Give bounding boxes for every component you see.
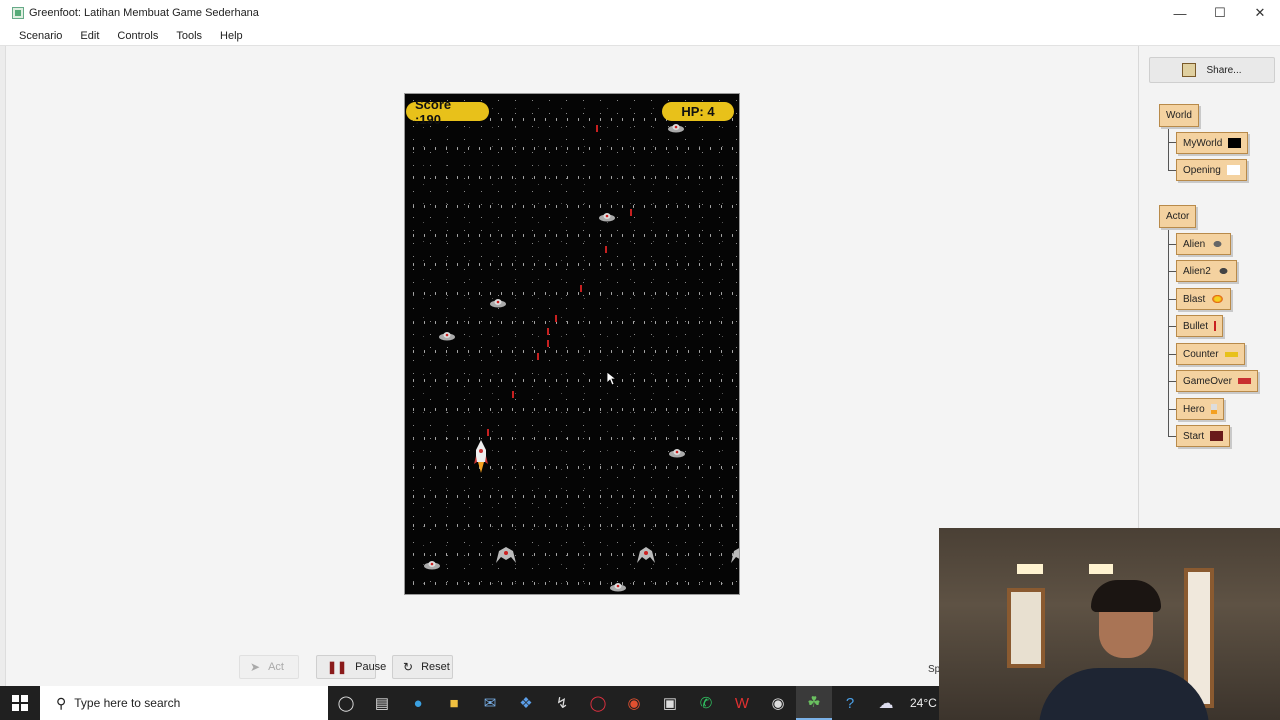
alien2-sprite xyxy=(637,547,655,563)
task-view-icon[interactable]: ▤ xyxy=(364,686,400,720)
weather-icon: ☁ xyxy=(878,695,894,712)
cortana-icon[interactable]: ◯ xyxy=(328,686,364,720)
media-icon[interactable]: ◉ xyxy=(616,686,652,720)
score-counter: Score :190 xyxy=(406,97,489,127)
menu-bar: Scenario Edit Controls Tools Help xyxy=(0,26,1280,46)
webcam-overlay xyxy=(939,528,1280,720)
bullet xyxy=(537,353,539,360)
menu-tools[interactable]: Tools xyxy=(167,30,211,42)
mouse-cursor-icon xyxy=(607,372,617,386)
blast-thumbnail-icon xyxy=(1211,294,1225,304)
taskbar-search[interactable]: ⚲ Type here to search xyxy=(40,686,328,720)
taskbar: ⚲ Type here to search ◯ ▤ ● ■ ✉ ❖ ↯ ◯ ◉ … xyxy=(0,686,939,720)
pause-button[interactable]: ❚❚ Pause xyxy=(316,655,386,679)
window-title: Greenfoot: Latihan Membuat Game Sederhan… xyxy=(29,7,259,19)
menu-help[interactable]: Help xyxy=(211,30,252,42)
class-myworld[interactable]: MyWorld xyxy=(1176,132,1249,154)
window-controls: — ☐ ✕ xyxy=(1160,0,1280,26)
alien-sprite xyxy=(424,561,440,570)
alien2-sprite xyxy=(731,548,739,563)
class-blast[interactable]: Blast xyxy=(1176,288,1232,310)
menu-scenario[interactable]: Scenario xyxy=(0,30,71,42)
myworld-thumbnail-icon xyxy=(1228,138,1242,148)
alien-sprite xyxy=(610,583,626,592)
greenfoot-app-icon xyxy=(12,7,24,19)
help-icon[interactable]: ? xyxy=(832,686,868,720)
bullet xyxy=(512,391,514,398)
lamp xyxy=(1017,564,1043,574)
reset-button[interactable]: ↻ Reset xyxy=(392,655,453,679)
bullet xyxy=(580,285,582,292)
alien2-thumbnail-icon xyxy=(1216,266,1230,276)
bullet xyxy=(555,315,557,322)
bullet xyxy=(547,328,549,335)
file-explorer-icon[interactable]: ■ xyxy=(436,686,472,720)
alien-thumbnail-icon xyxy=(1211,239,1225,249)
app-icon[interactable]: ↯ xyxy=(544,686,580,720)
alien2-sprite xyxy=(496,547,516,563)
game-world[interactable]: Score :190 HP: 4 xyxy=(404,93,740,595)
alien-sprite xyxy=(439,332,455,341)
class-world[interactable]: World xyxy=(1159,104,1199,127)
start-thumbnail-icon xyxy=(1210,431,1224,441)
class-bullet[interactable]: Bullet xyxy=(1176,315,1224,337)
class-counter[interactable]: Counter xyxy=(1176,343,1245,365)
act-button[interactable]: ➤ Act xyxy=(239,655,299,679)
weather-temperature: 24°C xyxy=(910,696,937,710)
pause-icon: ❚❚ xyxy=(327,660,348,674)
class-alien2[interactable]: Alien2 xyxy=(1176,260,1237,282)
window-light xyxy=(1007,588,1045,668)
wps-icon[interactable]: W xyxy=(724,686,760,720)
whatsapp-icon[interactable]: ✆ xyxy=(688,686,724,720)
bullet xyxy=(630,209,632,216)
counter-thumbnail-icon xyxy=(1224,351,1238,357)
alien-sprite xyxy=(668,124,684,133)
title-bar: Greenfoot: Latihan Membuat Game Sederhan… xyxy=(0,0,1280,26)
class-opening[interactable]: Opening xyxy=(1176,159,1247,181)
store-icon[interactable]: ▣ xyxy=(652,686,688,720)
bullet xyxy=(487,429,489,436)
maximize-button[interactable]: ☐ xyxy=(1200,0,1240,26)
share-button[interactable]: Share... xyxy=(1149,57,1275,83)
class-hero[interactable]: Hero xyxy=(1176,398,1224,420)
menu-controls[interactable]: Controls xyxy=(108,30,167,42)
opening-thumbnail-icon xyxy=(1226,165,1240,175)
search-icon: ⚲ xyxy=(56,694,67,711)
act-arrow-icon: ➤ xyxy=(250,660,261,674)
lamp xyxy=(1089,564,1113,574)
alien-sprite xyxy=(599,213,615,222)
bullet-thumbnail-icon xyxy=(1214,321,1217,331)
obs-icon[interactable]: ◉ xyxy=(760,686,796,720)
class-gameover[interactable]: GameOver xyxy=(1176,370,1258,392)
tree-line xyxy=(1168,129,1169,170)
mail-icon[interactable]: ✉ xyxy=(472,686,508,720)
alien-sprite xyxy=(490,299,506,308)
class-actor[interactable]: Actor xyxy=(1159,205,1197,228)
person-hair xyxy=(1091,580,1161,612)
tree-line xyxy=(1168,230,1169,437)
edge-icon[interactable]: ● xyxy=(400,686,436,720)
bullet xyxy=(596,125,598,132)
opera-icon[interactable]: ◯ xyxy=(580,686,616,720)
start-button[interactable] xyxy=(0,686,40,720)
windows-logo-icon xyxy=(12,695,28,711)
reset-icon: ↻ xyxy=(403,660,414,674)
hp-counter: HP: 4 xyxy=(662,102,734,121)
share-icon xyxy=(1182,63,1197,77)
dropbox-icon[interactable]: ❖ xyxy=(508,686,544,720)
close-button[interactable]: ✕ xyxy=(1240,0,1280,26)
alien-sprite xyxy=(669,449,685,458)
class-start[interactable]: Start xyxy=(1176,425,1231,447)
minimize-button[interactable]: — xyxy=(1160,0,1200,26)
greenfoot-taskbar-icon[interactable]: ☘ xyxy=(796,686,832,720)
hero-rocket xyxy=(474,440,488,473)
class-alien[interactable]: Alien xyxy=(1176,233,1232,255)
gameover-thumbnail-icon xyxy=(1237,378,1251,384)
menu-edit[interactable]: Edit xyxy=(71,30,108,42)
bullet xyxy=(605,246,607,253)
hero-thumbnail-icon xyxy=(1210,404,1217,414)
bullet xyxy=(547,340,549,347)
